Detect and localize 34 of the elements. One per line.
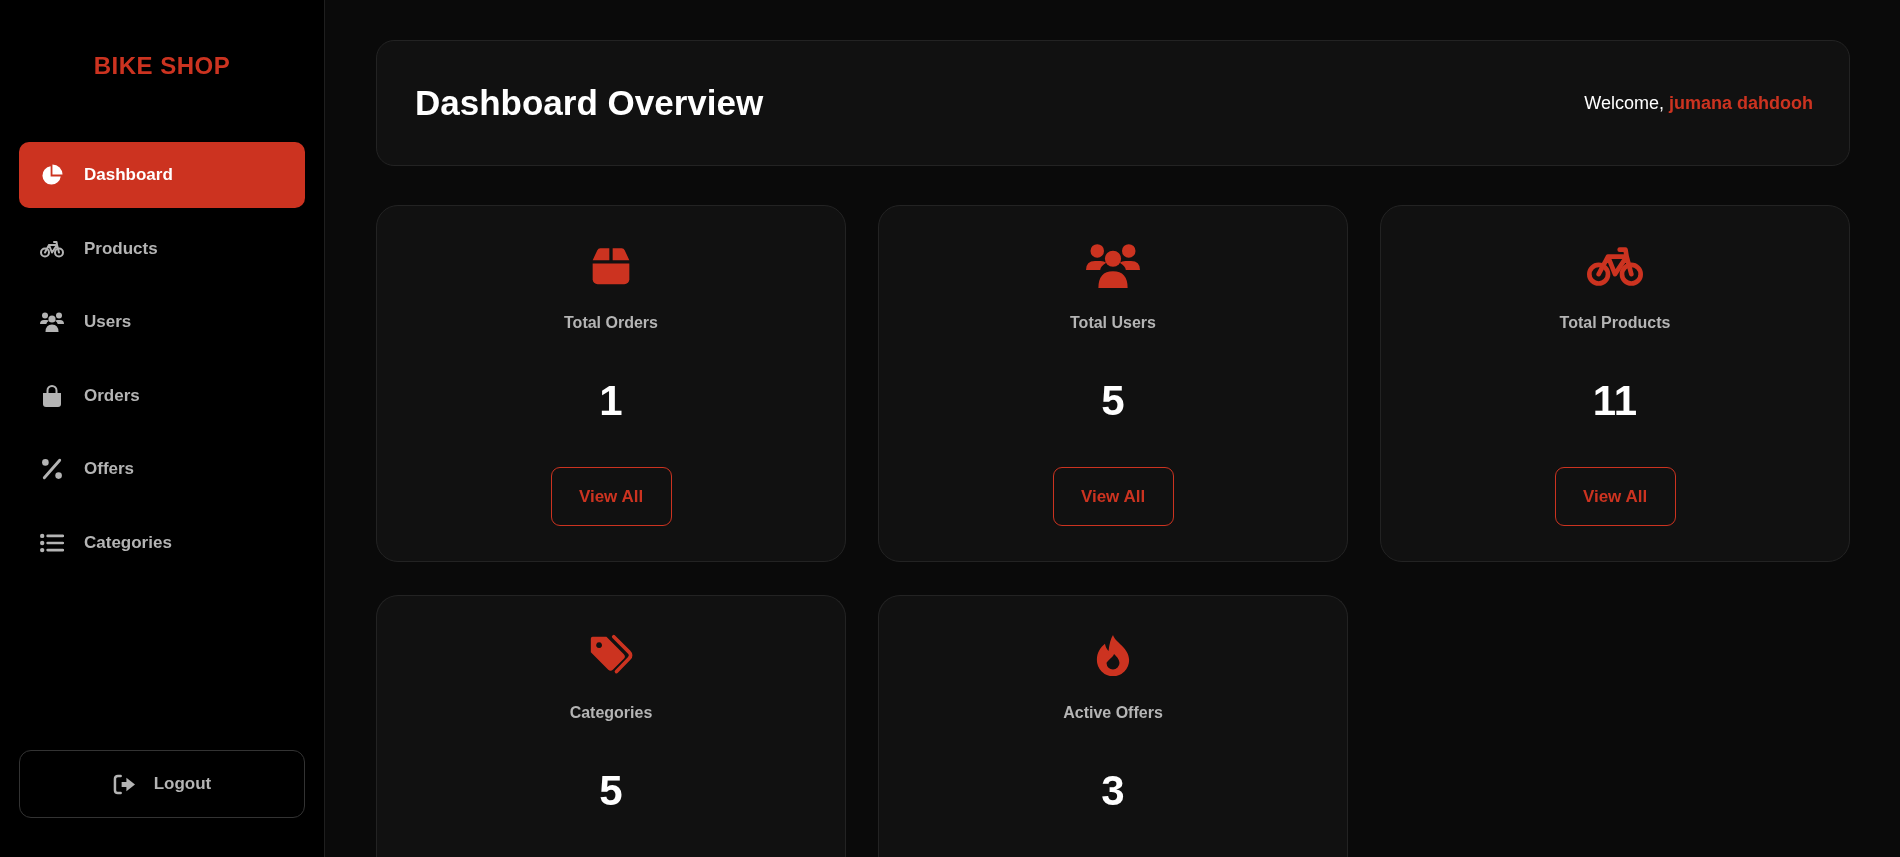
sidebar-nav-item[interactable]: Orders <box>19 362 305 429</box>
sidebar-nav-item[interactable]: Categories <box>19 509 305 576</box>
pie-chart-icon <box>40 164 64 186</box>
sidebar-nav-item[interactable]: Users <box>19 289 305 355</box>
view-all-button[interactable]: View All <box>1554 467 1676 526</box>
sidebar-nav-item[interactable]: Dashboard <box>19 142 305 208</box>
page-title: Dashboard Overview <box>415 83 764 123</box>
sidebar-nav-item[interactable]: Products <box>19 215 305 282</box>
percent-icon <box>40 458 64 480</box>
stat-value: 1 <box>599 377 623 425</box>
users-icon <box>40 311 64 333</box>
flame-icon <box>1095 634 1131 677</box>
stat-label: Total Products <box>1559 313 1671 333</box>
bicycle-icon <box>1587 245 1643 286</box>
users-icon <box>1086 243 1140 288</box>
brand-logo-text: BIKE SHOP <box>93 51 231 81</box>
logout-button[interactable]: Logout <box>19 750 305 818</box>
logout-icon <box>112 773 136 795</box>
stat-label: Total Orders <box>564 313 658 333</box>
stat-value: 3 <box>1101 767 1125 815</box>
view-all-button[interactable]: View All <box>550 467 672 526</box>
view-all-button[interactable]: View All <box>1052 467 1174 526</box>
stat-label: Categories <box>569 703 653 723</box>
stat-value: 11 <box>1592 377 1638 425</box>
sidebar-nav-item[interactable]: Offers <box>19 436 305 502</box>
stat-label: Active Offers <box>1063 703 1163 723</box>
box-icon <box>591 245 631 286</box>
stat-value: 5 <box>1101 377 1125 425</box>
list-icon <box>40 531 64 554</box>
welcome-text: Welcome, <box>1584 92 1664 113</box>
stat-label: Total Users <box>1070 313 1156 333</box>
stat-value: 5 <box>599 767 623 815</box>
user-name: jumana dahdooh <box>1669 92 1813 113</box>
shopping-bag-icon <box>40 384 64 407</box>
